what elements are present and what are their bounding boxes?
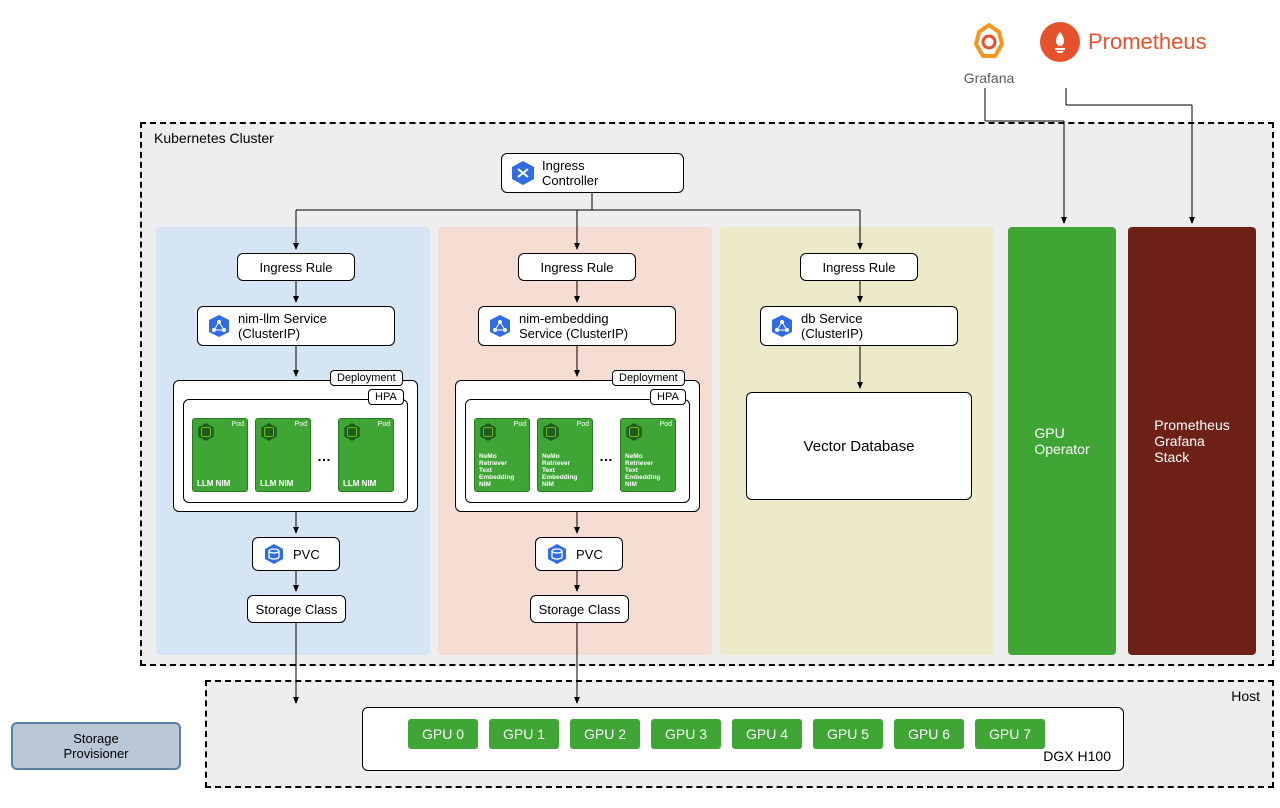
red-storage-class: Storage Class [530,595,629,623]
cluster-title: Kubernetes Cluster [154,130,274,146]
ingress-controller: Ingress Controller [501,153,684,193]
blue-pvc: PVC [252,537,340,571]
nvidia-hex-icon [479,423,497,441]
blue-pod-3: PodLLM NIM [338,418,394,492]
red-service: nim-embedding Service (ClusterIP) [478,306,676,346]
grafana-label: Grafana [964,70,1015,86]
service-icon [769,313,795,339]
red-pod-3: PodNeMo Retriever Text Embedding NIM [620,418,676,492]
gpu-5: GPU 5 [813,719,883,749]
host-title: Host [1231,688,1260,704]
prometheus-logo: Prometheus [1040,22,1207,62]
blue-storage-class: Storage Class [247,595,346,623]
yellow-service: db Service (ClusterIP) [760,306,958,346]
gpu-operator-label: GPU Operator [1034,425,1089,457]
red-deployment-tag: Deployment [612,370,685,386]
gpu-0: GPU 0 [408,719,478,749]
prometheus-stack-box: Prometheus Grafana Stack [1128,227,1256,655]
grafana-icon [969,22,1009,62]
dgx-label: DGX H100 [1043,748,1111,764]
nvidia-hex-icon [260,423,278,441]
storage-provisioner: Storage Provisioner [11,722,181,770]
gpu-operator-box: GPU Operator [1008,227,1116,655]
ingress-controller-icon [510,160,536,186]
pvc-icon [544,541,570,567]
gpu-1: GPU 1 [489,719,559,749]
gpu-7: GPU 7 [975,719,1045,749]
blue-dots: … [317,448,331,464]
red-pod-1: PodNeMo Retriever Text Embedding NIM [474,418,530,492]
gpu-4: GPU 4 [732,719,802,749]
gpu-3: GPU 3 [651,719,721,749]
yellow-ingress-rule: Ingress Rule [800,253,918,281]
service-icon [487,313,513,339]
red-hpa-tag: HPA [650,389,686,405]
grafana-logo: Grafana [944,22,1034,86]
blue-service: nim-llm Service (ClusterIP) [197,306,395,346]
ingress-controller-label: Ingress Controller [542,158,598,188]
nvidia-hex-icon [542,423,560,441]
nvidia-hex-icon [197,423,215,441]
blue-pod-2: PodLLM NIM [255,418,311,492]
prometheus-label: Prometheus [1088,29,1207,55]
blue-pod-1: PodLLM NIM [192,418,248,492]
blue-ingress-rule: Ingress Rule [237,253,355,281]
vector-database: Vector Database [746,392,972,500]
prometheus-icon [1040,22,1080,62]
service-icon [206,313,232,339]
blue-hpa-tag: HPA [368,389,404,405]
red-pvc: PVC [535,537,623,571]
gpu-6: GPU 6 [894,719,964,749]
blue-deployment-tag: Deployment [330,370,403,386]
prometheus-stack-label: Prometheus Grafana Stack [1154,417,1229,465]
red-dots: … [599,448,613,464]
red-ingress-rule: Ingress Rule [518,253,636,281]
nvidia-hex-icon [343,423,361,441]
nvidia-hex-icon [625,423,643,441]
gpu-2: GPU 2 [570,719,640,749]
red-pod-2: PodNeMo Retriever Text Embedding NIM [537,418,593,492]
pvc-icon [261,541,287,567]
